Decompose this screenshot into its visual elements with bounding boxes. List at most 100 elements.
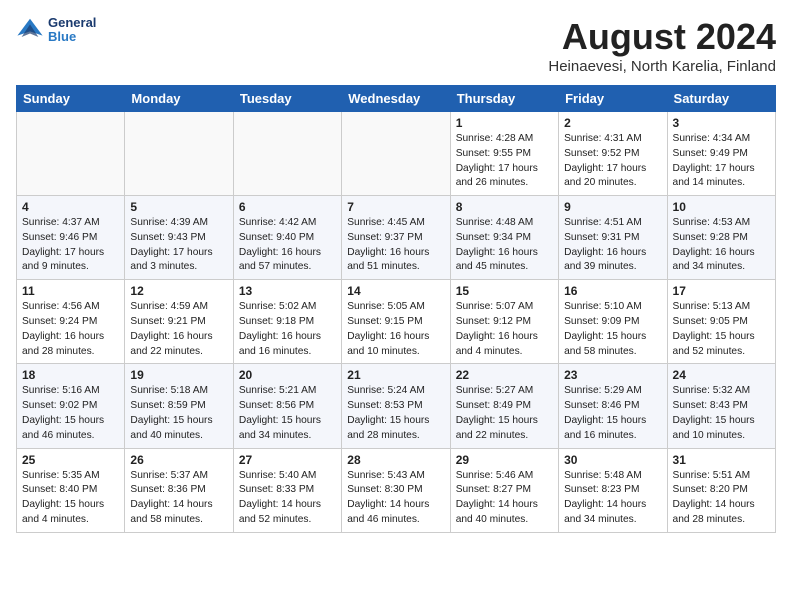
calendar-cell: 24 Sunrise: 5:32 AMSunset: 8:43 PMDayligh… xyxy=(667,364,775,448)
day-info: Sunrise: 4:34 AMSunset: 9:49 PMDaylight:… xyxy=(673,132,770,191)
day-info: Sunrise: 4:37 AMSunset: 9:46 PMDaylight:… xyxy=(22,216,119,275)
calendar-cell xyxy=(17,112,125,196)
day-info: Sunrise: 5:46 AMSunset: 8:27 PMDaylight:… xyxy=(456,469,553,528)
day-info: Sunrise: 5:13 AMSunset: 9:05 PMDaylight:… xyxy=(673,300,770,359)
day-info: Sunrise: 5:35 AMSunset: 8:40 PMDaylight:… xyxy=(22,469,119,528)
day-info: Sunrise: 5:10 AMSunset: 9:09 PMDaylight:… xyxy=(564,300,661,359)
day-number: 25 xyxy=(22,453,119,467)
day-number: 5 xyxy=(130,200,227,214)
calendar-week: 11Sunrise: 4:56 AMSunset: 9:24 PMDayligh… xyxy=(17,280,776,364)
calendar-cell: 21 Sunrise: 5:24 AMSunset: 8:53 PMDayligh… xyxy=(342,364,450,448)
calendar-cell xyxy=(233,112,341,196)
day-info: Sunrise: 5:24 AMSunset: 8:53 PMDaylight:… xyxy=(347,384,444,443)
weekday-header: Wednesday xyxy=(342,86,450,112)
day-number: 1 xyxy=(456,116,553,130)
day-info: Sunrise: 5:18 AMSunset: 8:59 PMDaylight:… xyxy=(130,384,227,443)
weekday-header: Friday xyxy=(559,86,667,112)
calendar-cell: 12Sunrise: 4:59 AMSunset: 9:21 PMDayligh… xyxy=(125,280,233,364)
calendar-cell: 29Sunrise: 5:46 AMSunset: 8:27 PMDayligh… xyxy=(450,448,558,532)
location: Heinaevesi, North Karelia, Finland xyxy=(548,58,776,75)
calendar-cell: 13 Sunrise: 5:02 AMSunset: 9:18 PMDayligh… xyxy=(233,280,341,364)
day-number: 12 xyxy=(130,284,227,298)
day-info: Sunrise: 5:02 AMSunset: 9:18 PMDaylight:… xyxy=(239,300,336,359)
day-number: 30 xyxy=(564,453,661,467)
calendar-cell: 6Sunrise: 4:42 AMSunset: 9:40 PMDaylight… xyxy=(233,196,341,280)
calendar-cell: 19 Sunrise: 5:18 AMSunset: 8:59 PMDayligh… xyxy=(125,364,233,448)
calendar-week: 25 Sunrise: 5:35 AMSunset: 8:40 PMDayligh… xyxy=(17,448,776,532)
day-number: 2 xyxy=(564,116,661,130)
calendar-cell: 4 Sunrise: 4:37 AMSunset: 9:46 PMDaylight… xyxy=(17,196,125,280)
day-info: Sunrise: 4:51 AMSunset: 9:31 PMDaylight:… xyxy=(564,216,661,275)
day-info: Sunrise: 5:51 AMSunset: 8:20 PMDaylight:… xyxy=(673,469,770,528)
calendar-cell: 14 Sunrise: 5:05 AMSunset: 9:15 PMDayligh… xyxy=(342,280,450,364)
calendar-cell: 26Sunrise: 5:37 AMSunset: 8:36 PMDayligh… xyxy=(125,448,233,532)
calendar-cell: 3Sunrise: 4:34 AMSunset: 9:49 PMDaylight… xyxy=(667,112,775,196)
title-area: August 2024 Heinaevesi, North Karelia, F… xyxy=(548,16,776,75)
day-info: Sunrise: 4:28 AMSunset: 9:55 PMDaylight:… xyxy=(456,132,553,191)
day-info: Sunrise: 5:29 AMSunset: 8:46 PMDaylight:… xyxy=(564,384,661,443)
calendar-cell: 16 Sunrise: 5:10 AMSunset: 9:09 PMDayligh… xyxy=(559,280,667,364)
day-number: 24 xyxy=(673,368,770,382)
calendar-cell: 25 Sunrise: 5:35 AMSunset: 8:40 PMDayligh… xyxy=(17,448,125,532)
page-header: General Blue August 2024 Heinaevesi, Nor… xyxy=(16,16,776,75)
day-number: 4 xyxy=(22,200,119,214)
day-number: 19 xyxy=(130,368,227,382)
calendar-cell: 1 Sunrise: 4:28 AMSunset: 9:55 PMDaylight… xyxy=(450,112,558,196)
day-number: 10 xyxy=(673,200,770,214)
day-number: 9 xyxy=(564,200,661,214)
day-number: 7 xyxy=(347,200,444,214)
day-info: Sunrise: 5:48 AMSunset: 8:23 PMDaylight:… xyxy=(564,469,661,528)
calendar-cell: 18Sunrise: 5:16 AMSunset: 9:02 PMDayligh… xyxy=(17,364,125,448)
day-number: 31 xyxy=(673,453,770,467)
day-info: Sunrise: 4:56 AMSunset: 9:24 PMDaylight:… xyxy=(22,300,119,359)
day-number: 14 xyxy=(347,284,444,298)
calendar-cell: 10 Sunrise: 4:53 AMSunset: 9:28 PMDayligh… xyxy=(667,196,775,280)
calendar-cell xyxy=(342,112,450,196)
day-info: Sunrise: 5:05 AMSunset: 9:15 PMDaylight:… xyxy=(347,300,444,359)
day-info: Sunrise: 4:48 AMSunset: 9:34 PMDaylight:… xyxy=(456,216,553,275)
calendar-cell xyxy=(125,112,233,196)
calendar-cell: 11Sunrise: 4:56 AMSunset: 9:24 PMDayligh… xyxy=(17,280,125,364)
day-info: Sunrise: 5:16 AMSunset: 9:02 PMDaylight:… xyxy=(22,384,119,443)
calendar-cell: 7 Sunrise: 4:45 AMSunset: 9:37 PMDaylight… xyxy=(342,196,450,280)
day-number: 13 xyxy=(239,284,336,298)
weekday-header: Tuesday xyxy=(233,86,341,112)
calendar-cell: 23 Sunrise: 5:29 AMSunset: 8:46 PMDayligh… xyxy=(559,364,667,448)
logo-icon xyxy=(16,16,44,44)
day-number: 27 xyxy=(239,453,336,467)
day-number: 15 xyxy=(456,284,553,298)
day-info: Sunrise: 5:37 AMSunset: 8:36 PMDaylight:… xyxy=(130,469,227,528)
calendar-cell: 31 Sunrise: 5:51 AMSunset: 8:20 PMDayligh… xyxy=(667,448,775,532)
calendar-body: 1 Sunrise: 4:28 AMSunset: 9:55 PMDaylight… xyxy=(17,112,776,533)
calendar-cell: 9 Sunrise: 4:51 AMSunset: 9:31 PMDaylight… xyxy=(559,196,667,280)
logo-text: General Blue xyxy=(48,16,96,45)
day-info: Sunrise: 4:53 AMSunset: 9:28 PMDaylight:… xyxy=(673,216,770,275)
month-title: August 2024 xyxy=(548,16,776,58)
day-info: Sunrise: 5:07 AMSunset: 9:12 PMDaylight:… xyxy=(456,300,553,359)
calendar-cell: 20 Sunrise: 5:21 AMSunset: 8:56 PMDayligh… xyxy=(233,364,341,448)
day-number: 8 xyxy=(456,200,553,214)
day-info: Sunrise: 5:21 AMSunset: 8:56 PMDaylight:… xyxy=(239,384,336,443)
day-info: Sunrise: 4:45 AMSunset: 9:37 PMDaylight:… xyxy=(347,216,444,275)
day-number: 23 xyxy=(564,368,661,382)
day-number: 16 xyxy=(564,284,661,298)
calendar-cell: 22Sunrise: 5:27 AMSunset: 8:49 PMDayligh… xyxy=(450,364,558,448)
calendar-cell: 30 Sunrise: 5:48 AMSunset: 8:23 PMDayligh… xyxy=(559,448,667,532)
day-number: 21 xyxy=(347,368,444,382)
calendar-header: SundayMondayTuesdayWednesdayThursdayFrid… xyxy=(17,86,776,112)
calendar-cell: 8 Sunrise: 4:48 AMSunset: 9:34 PMDaylight… xyxy=(450,196,558,280)
day-number: 28 xyxy=(347,453,444,467)
day-number: 20 xyxy=(239,368,336,382)
calendar-cell: 28 Sunrise: 5:43 AMSunset: 8:30 PMDayligh… xyxy=(342,448,450,532)
logo: General Blue xyxy=(16,16,96,45)
weekday-row: SundayMondayTuesdayWednesdayThursdayFrid… xyxy=(17,86,776,112)
calendar-cell: 27Sunrise: 5:40 AMSunset: 8:33 PMDayligh… xyxy=(233,448,341,532)
day-number: 6 xyxy=(239,200,336,214)
day-number: 22 xyxy=(456,368,553,382)
calendar-week: 18Sunrise: 5:16 AMSunset: 9:02 PMDayligh… xyxy=(17,364,776,448)
day-info: Sunrise: 5:32 AMSunset: 8:43 PMDaylight:… xyxy=(673,384,770,443)
day-number: 17 xyxy=(673,284,770,298)
day-info: Sunrise: 5:43 AMSunset: 8:30 PMDaylight:… xyxy=(347,469,444,528)
weekday-header: Saturday xyxy=(667,86,775,112)
calendar-cell: 2Sunrise: 4:31 AMSunset: 9:52 PMDaylight… xyxy=(559,112,667,196)
